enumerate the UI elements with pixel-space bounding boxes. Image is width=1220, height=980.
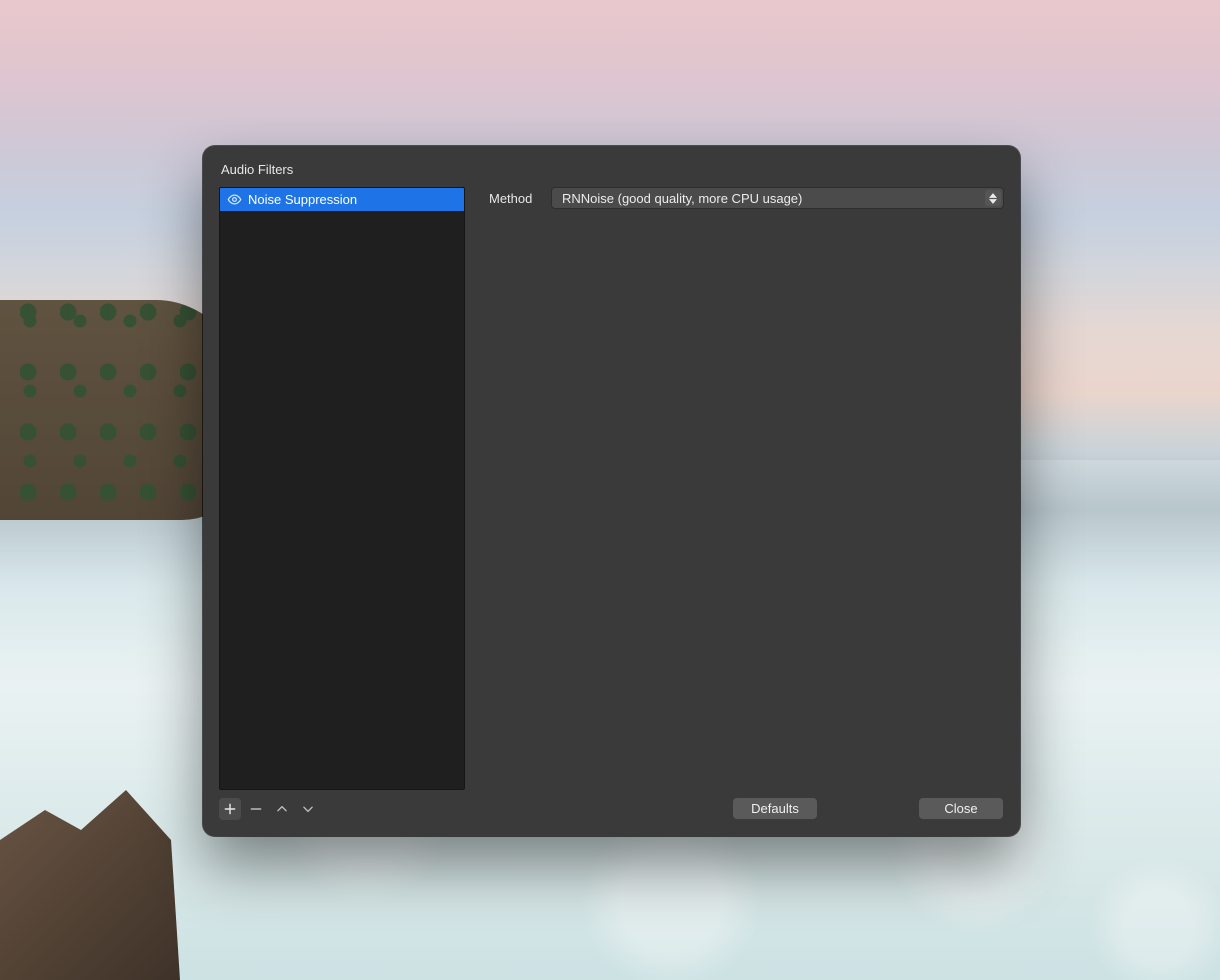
move-down-button[interactable] [297,798,319,820]
dialog-title: Audio Filters [219,162,1004,177]
remove-filter-button[interactable] [245,798,267,820]
filter-list[interactable]: Noise Suppression [219,187,465,790]
filter-item-noise-suppression[interactable]: Noise Suppression [220,188,464,211]
visibility-eye-icon[interactable] [226,192,242,208]
method-label: Method [489,191,539,206]
plus-icon [223,802,237,816]
filter-item-label: Noise Suppression [248,192,357,207]
dialog-footer: Defaults Close [489,797,1004,820]
select-stepper-icon [985,190,1001,206]
filter-list-toolbar [219,798,465,820]
defaults-button[interactable]: Defaults [732,797,818,820]
chevron-up-icon [275,802,289,816]
chevron-down-icon [301,802,315,816]
method-row: Method RNNoise (good quality, more CPU u… [489,187,1004,209]
close-button[interactable]: Close [918,797,1004,820]
minus-icon [249,802,263,816]
add-filter-button[interactable] [219,798,241,820]
audio-filters-dialog: Audio Filters Noise Suppression [203,146,1020,836]
move-up-button[interactable] [271,798,293,820]
method-select-value: RNNoise (good quality, more CPU usage) [562,191,802,206]
method-select[interactable]: RNNoise (good quality, more CPU usage) [551,187,1004,209]
